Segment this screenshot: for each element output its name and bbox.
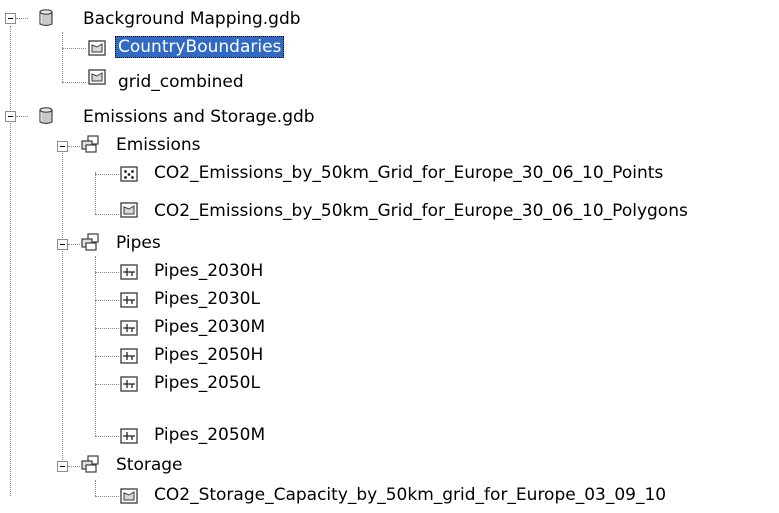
feature-dataset-icon xyxy=(80,232,100,252)
tree-row-co2-storage-capacity[interactable]: CO2_Storage_Capacity_by_50km_grid_for_Eu… xyxy=(0,481,779,509)
tree-row-pipes-2030l[interactable]: Pipes_2030L xyxy=(0,285,779,313)
collapse-toggle[interactable] xyxy=(5,13,16,24)
tree-item-label[interactable]: Emissions and Storage.gdb xyxy=(80,106,318,128)
tree-row-pipes-2030h[interactable]: Pipes_2030H xyxy=(0,257,779,285)
tree-row-pipes-2050h[interactable]: Pipes_2050H xyxy=(0,341,779,369)
tree-connector xyxy=(68,244,80,245)
tree-connector xyxy=(68,146,80,147)
line-feature-class-icon xyxy=(119,374,139,394)
tree-connector xyxy=(95,272,119,273)
tree-item-label[interactable]: Background Mapping.gdb xyxy=(80,8,304,30)
tree-item-label[interactable]: Pipes_2050H xyxy=(151,344,266,366)
tree-row-pipes-2050m[interactable]: Pipes_2050M xyxy=(0,397,779,445)
tree-row-pipes-2030m[interactable]: Pipes_2030M xyxy=(0,313,779,341)
tree-row-countryboundaries[interactable]: CountryBoundaries xyxy=(0,33,779,61)
tree-row-pipes-dataset[interactable]: Pipes xyxy=(0,229,779,257)
polygon-feature-class-icon xyxy=(87,67,107,87)
tree-item-label[interactable]: CO2_Storage_Capacity_by_50km_grid_for_Eu… xyxy=(151,484,669,506)
collapse-toggle[interactable] xyxy=(57,239,68,250)
collapse-toggle[interactable] xyxy=(5,111,16,122)
tree-row-emissions-dataset[interactable]: Emissions xyxy=(0,131,779,159)
tree-connector xyxy=(62,48,86,49)
tree-row-co2-emissions-points[interactable]: CO2_Emissions_by_50km_Grid_for_Europe_30… xyxy=(0,159,779,187)
catalog-tree: Background Mapping.gdb CountryBoundaries… xyxy=(0,0,779,513)
collapse-toggle[interactable] xyxy=(57,141,68,152)
geodatabase-icon xyxy=(36,8,56,28)
collapse-toggle[interactable] xyxy=(57,461,68,472)
line-feature-class-icon xyxy=(119,426,139,446)
tree-item-label[interactable]: Pipes_2050M xyxy=(151,424,268,446)
tree-row-pipes-2050l[interactable]: Pipes_2050L xyxy=(0,369,779,397)
tree-item-label-selected[interactable]: CountryBoundaries xyxy=(115,36,285,58)
tree-row-background-mapping-gdb[interactable]: Background Mapping.gdb xyxy=(0,5,779,33)
tree-connector xyxy=(95,214,119,215)
tree-connector xyxy=(95,496,119,497)
polygon-feature-class-icon xyxy=(119,486,139,506)
tree-item-label[interactable]: Emissions xyxy=(113,134,204,156)
tree-row-grid-combined[interactable]: grid_combined xyxy=(0,61,779,92)
tree-item-label[interactable]: Storage xyxy=(113,454,186,476)
line-feature-class-icon xyxy=(119,290,139,310)
tree-connector xyxy=(68,466,80,467)
tree-row-co2-emissions-polygons[interactable]: CO2_Emissions_by_50km_Grid_for_Europe_30… xyxy=(0,187,779,221)
polygon-feature-class-icon xyxy=(87,38,107,58)
tree-connector xyxy=(16,116,28,117)
tree-connector xyxy=(62,82,86,83)
tree-item-label[interactable]: CO2_Emissions_by_50km_Grid_for_Europe_30… xyxy=(151,162,666,184)
tree-connector xyxy=(95,174,119,175)
tree-connector xyxy=(95,300,119,301)
tree-row-emissions-and-storage-gdb[interactable]: Emissions and Storage.gdb xyxy=(0,103,779,131)
polygon-feature-class-icon xyxy=(119,200,139,220)
tree-item-label[interactable]: Pipes xyxy=(113,232,164,254)
tree-item-label[interactable]: CO2_Emissions_by_50km_Grid_for_Europe_30… xyxy=(151,200,691,222)
tree-item-label[interactable]: Pipes_2030L xyxy=(151,288,263,310)
feature-dataset-icon xyxy=(80,134,100,154)
tree-connector xyxy=(95,356,119,357)
tree-connector xyxy=(95,384,119,385)
geodatabase-icon xyxy=(36,106,56,126)
tree-connector xyxy=(95,436,119,437)
tree-item-label[interactable]: grid_combined xyxy=(115,71,247,93)
tree-item-label[interactable]: Pipes_2050L xyxy=(151,372,263,394)
line-feature-class-icon xyxy=(119,262,139,282)
tree-row-storage-dataset[interactable]: Storage xyxy=(0,453,779,481)
feature-dataset-icon xyxy=(80,454,100,474)
tree-connector xyxy=(95,328,119,329)
tree-connector xyxy=(16,18,28,19)
line-feature-class-icon xyxy=(119,346,139,366)
point-feature-class-icon xyxy=(119,164,139,184)
tree-item-label[interactable]: Pipes_2030H xyxy=(151,260,266,282)
tree-item-label[interactable]: Pipes_2030M xyxy=(151,316,268,338)
line-feature-class-icon xyxy=(119,318,139,338)
